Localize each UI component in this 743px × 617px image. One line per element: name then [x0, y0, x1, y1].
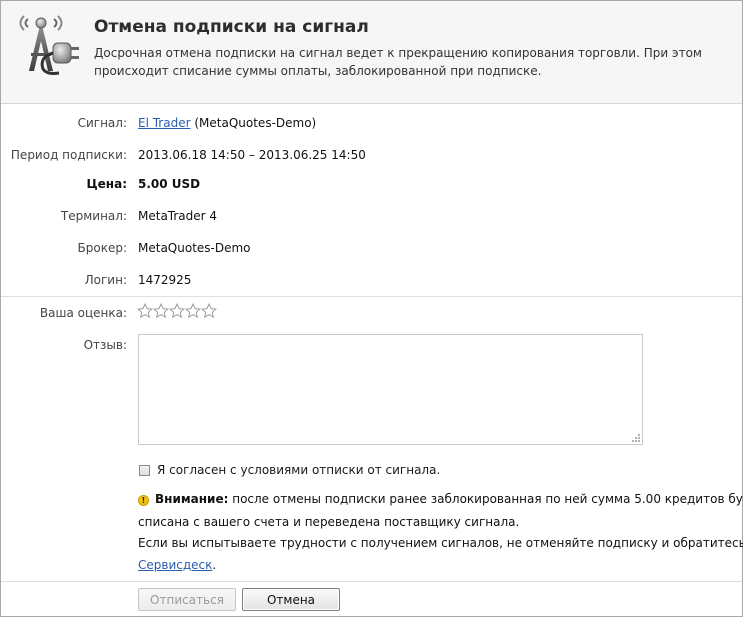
login-label: Логин:: [84, 273, 127, 287]
agree-row[interactable]: Я согласен с условиями отписки от сигнал…: [138, 463, 440, 477]
warning-icon: !: [138, 495, 149, 506]
warning-line-1: ! Внимание: после отмены подписки ранее з…: [138, 492, 743, 506]
review-label: Отзыв:: [83, 338, 127, 352]
warning-text-1: после отмены подписки ранее заблокирован…: [232, 492, 743, 506]
footer-divider: [1, 581, 742, 582]
divider: [1, 296, 742, 297]
login-value: 1472925: [138, 273, 192, 287]
warning-text-3: Если вы испытываете трудности с получени…: [138, 536, 743, 550]
warning-text-2: списана с вашего счета и переведена пост…: [138, 515, 520, 529]
unsubscribe-button[interactable]: Отписаться: [138, 588, 236, 611]
signal-value: El Trader (MetaQuotes-Demo): [138, 116, 316, 130]
rating-stars[interactable]: [137, 303, 217, 321]
period-value: 2013.06.18 14:50 – 2013.06.25 14:50: [138, 148, 366, 162]
star-outline-icon[interactable]: [201, 303, 217, 319]
servicedesk-period: .: [212, 558, 217, 572]
price-value: 5.00 USD: [138, 177, 201, 191]
terminal-value: MetaTrader 4: [138, 209, 218, 223]
agree-label[interactable]: Я согласен с условиями отписки от сигнал…: [157, 463, 440, 477]
servicedesk-link[interactable]: Сервисдеск: [138, 558, 212, 572]
terminal-label: Терминал:: [60, 209, 127, 223]
star-outline-icon[interactable]: [185, 303, 201, 319]
star-outline-icon[interactable]: [169, 303, 185, 319]
servicedesk-row: Сервисдеск.: [138, 558, 216, 572]
broker-value: MetaQuotes-Demo: [138, 241, 251, 255]
cancel-button[interactable]: Отмена: [242, 588, 340, 611]
star-outline-icon[interactable]: [153, 303, 169, 319]
broker-label: Брокер:: [77, 241, 127, 255]
signal-link[interactable]: El Trader: [138, 116, 191, 130]
resize-grip-icon[interactable]: [631, 433, 641, 443]
rating-label: Ваша оценка:: [39, 306, 127, 320]
star-outline-icon[interactable]: [137, 303, 153, 319]
signal-plug-icon: [19, 15, 79, 75]
review-textarea[interactable]: [138, 334, 643, 445]
agree-checkbox[interactable]: [139, 464, 150, 476]
dialog-header: Отмена подписки на сигнал Досрочная отме…: [1, 1, 742, 104]
dialog-description: Досрочная отмена подписки на сигнал веде…: [94, 46, 702, 78]
signal-server: (MetaQuotes-Demo): [194, 116, 317, 130]
signal-label: Сигнал:: [77, 116, 127, 130]
period-label: Период подписки:: [10, 148, 127, 162]
price-label: Цена:: [86, 177, 127, 191]
warning-title: Внимание:: [155, 492, 229, 506]
unsubscribe-dialog: Отмена подписки на сигнал Досрочная отме…: [0, 0, 743, 617]
dialog-title: Отмена подписки на сигнал: [94, 17, 369, 37]
